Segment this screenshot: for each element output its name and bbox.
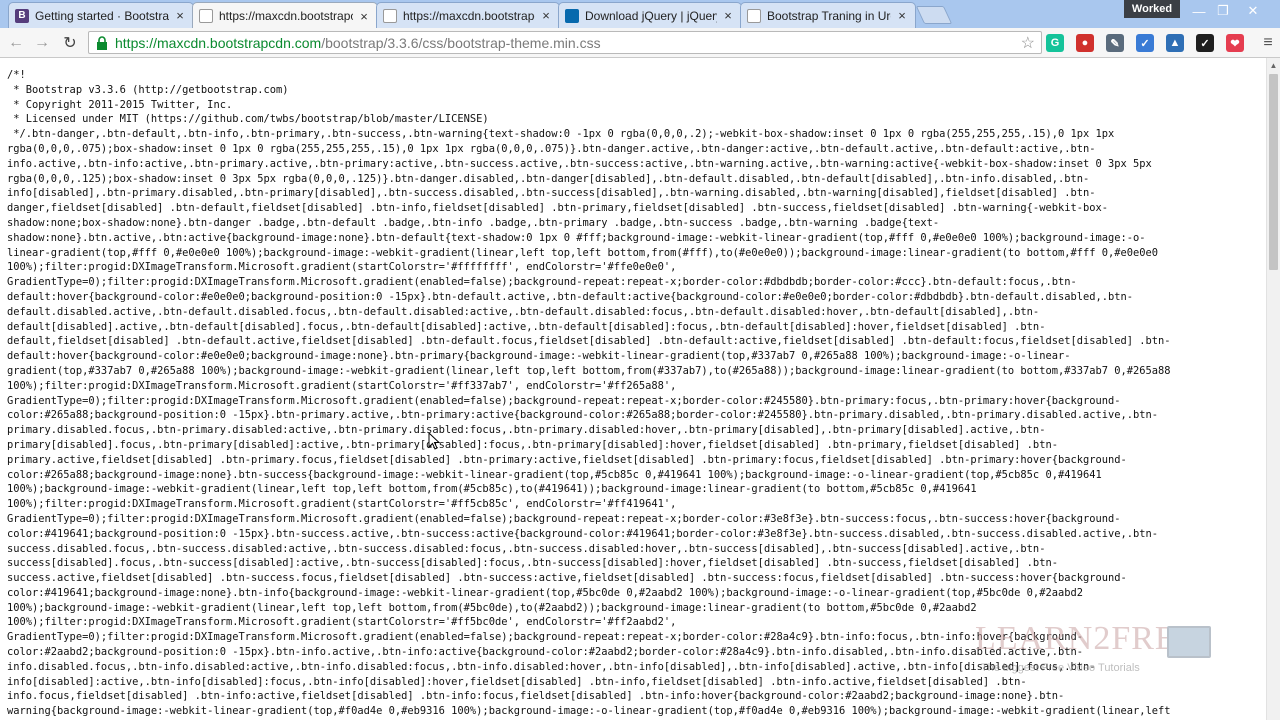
reload-button[interactable]: ↻	[60, 33, 80, 53]
mouse-cursor-icon	[428, 432, 440, 450]
close-window-button[interactable]: ✕	[1240, 2, 1266, 20]
browser-toolbar: ← → ↻ https://maxcdn.bootstrapcdn.com/bo…	[0, 28, 1280, 58]
chart-icon[interactable]: ▲	[1166, 34, 1184, 52]
scrollbar-thumb[interactable]	[1269, 74, 1278, 270]
tab-favicon-icon: B	[15, 8, 29, 23]
tab-title: Getting started · Bootstrap	[35, 8, 169, 23]
menu-icon: ≡	[1263, 34, 1273, 51]
new-tab-button[interactable]	[915, 6, 953, 24]
tab-close-icon[interactable]: ×	[357, 9, 371, 24]
chrome-menu-button[interactable]: ≡	[1258, 33, 1278, 53]
evernote-icon[interactable]: ✓	[1196, 34, 1214, 52]
pocket-icon[interactable]: ❤	[1226, 34, 1244, 52]
forward-arrow-icon: →	[34, 34, 50, 51]
reload-icon: ↻	[63, 35, 77, 52]
tab-favicon-icon	[565, 8, 579, 23]
tab-3[interactable]: https://maxcdn.bootstrapcdn.com/bootstra…	[376, 2, 560, 28]
watermark-tagline: The biggest Free Video Tutorials	[981, 662, 1140, 674]
tab-favicon-icon	[199, 9, 213, 23]
tab-title: Download jQuery | jQuery	[585, 8, 717, 23]
maximize-button[interactable]: ❐	[1210, 2, 1236, 20]
tab-title: Bootstrap Traning in Urdu	[767, 8, 891, 23]
minimize-button[interactable]: —	[1186, 2, 1212, 20]
tab-close-icon[interactable]: ×	[539, 8, 553, 23]
tab-strip: B Getting started · Bootstrap × https://max…	[0, 0, 1280, 29]
bookmark-star-icon[interactable]: ☆	[1021, 33, 1035, 53]
tab-title: https://maxcdn.bootstrapcdn.com/bootstra…	[219, 9, 353, 23]
url-host: https://maxcdn.bootstrapcdn.com	[115, 34, 322, 51]
tab-2[interactable]: https://maxcdn.bootstrapcdn.com/bootstra…	[192, 2, 378, 29]
tab-title: https://maxcdn.bootstrapcdn.com/bootstra…	[403, 8, 535, 23]
tab-favicon-icon	[383, 8, 397, 23]
vertical-scrollbar[interactable]: ▲	[1266, 58, 1280, 720]
tab-5[interactable]: Bootstrap Traning in Urdu ×	[740, 2, 916, 28]
back-button[interactable]: ←	[6, 33, 26, 53]
tab-1[interactable]: B Getting started · Bootstrap ×	[8, 2, 194, 28]
tab-close-icon[interactable]: ×	[173, 8, 187, 23]
address-bar[interactable]: https://maxcdn.bootstrapcdn.com/bootstra…	[88, 31, 1042, 54]
check-icon[interactable]: ✓	[1136, 34, 1154, 52]
watermark: LEARN2FREE The biggest Free Video Tutori…	[975, 620, 1235, 680]
tab-close-icon[interactable]: ×	[895, 8, 909, 23]
profile-badge[interactable]: Worked	[1124, 0, 1180, 18]
tab-close-icon[interactable]: ×	[721, 8, 735, 23]
laptop-icon	[1167, 626, 1211, 658]
eyedropper-icon[interactable]: ✎	[1106, 34, 1124, 52]
watermark-logo: LEARN2FREE	[975, 620, 1199, 657]
scroll-up-arrow-icon[interactable]: ▲	[1267, 58, 1280, 72]
tab-4[interactable]: Download jQuery | jQuery ×	[558, 2, 742, 28]
grammarly-icon[interactable]: G	[1046, 34, 1064, 52]
forward-button[interactable]: →	[32, 33, 52, 53]
tab-favicon-icon	[747, 8, 761, 23]
lock-icon	[93, 34, 111, 52]
back-arrow-icon: ←	[8, 34, 24, 51]
record-icon[interactable]: ●	[1076, 34, 1094, 52]
url-path: /bootstrap/3.3.6/css/bootstrap-theme.min…	[321, 34, 601, 51]
